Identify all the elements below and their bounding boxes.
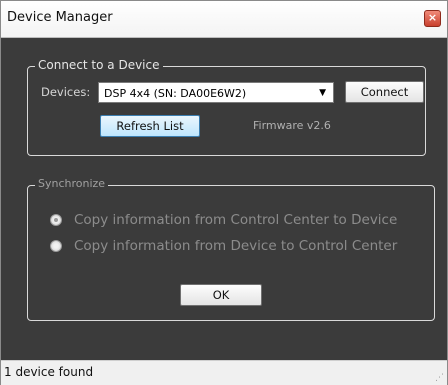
devices-dropdown-value: DSP 4x4 (SN: DA00E6W2)	[104, 87, 247, 100]
connect-button[interactable]: Connect	[345, 81, 424, 103]
synchronize-group-legend: Synchronize	[35, 177, 109, 190]
radio-option-label: Copy information from Device to Control …	[74, 238, 398, 254]
client-area: Connect to a Device Devices: DSP 4x4 (SN…	[1, 38, 447, 360]
connect-group: Connect to a Device Devices: DSP 4x4 (SN…	[27, 58, 426, 156]
status-text: 1 device found	[4, 365, 94, 379]
resize-grip-icon[interactable]: ⋰	[435, 373, 445, 383]
refresh-list-button[interactable]: Refresh List	[100, 115, 200, 137]
chevron-down-icon[interactable]: ▼	[319, 83, 326, 104]
radio-button[interactable]	[50, 214, 62, 226]
firmware-version: Firmware v2.6	[253, 119, 331, 132]
ok-button[interactable]: OK	[180, 284, 262, 306]
radio-button[interactable]	[50, 240, 62, 252]
devices-dropdown[interactable]: DSP 4x4 (SN: DA00E6W2) ▼	[98, 82, 334, 103]
device-manager-window: Device Manager × Connect to a Device Dev…	[0, 0, 448, 385]
close-icon[interactable]: ×	[424, 10, 441, 27]
status-bar: 1 device found ⋰	[1, 360, 447, 385]
synchronize-group: Synchronize Copy information from Contro…	[27, 177, 435, 321]
window-title: Device Manager	[7, 10, 113, 25]
radio-option-label: Copy information from Control Center to …	[74, 212, 398, 228]
connect-group-legend: Connect to a Device	[35, 58, 163, 72]
title-bar[interactable]: Device Manager ×	[1, 1, 447, 38]
devices-label: Devices:	[41, 85, 91, 99]
